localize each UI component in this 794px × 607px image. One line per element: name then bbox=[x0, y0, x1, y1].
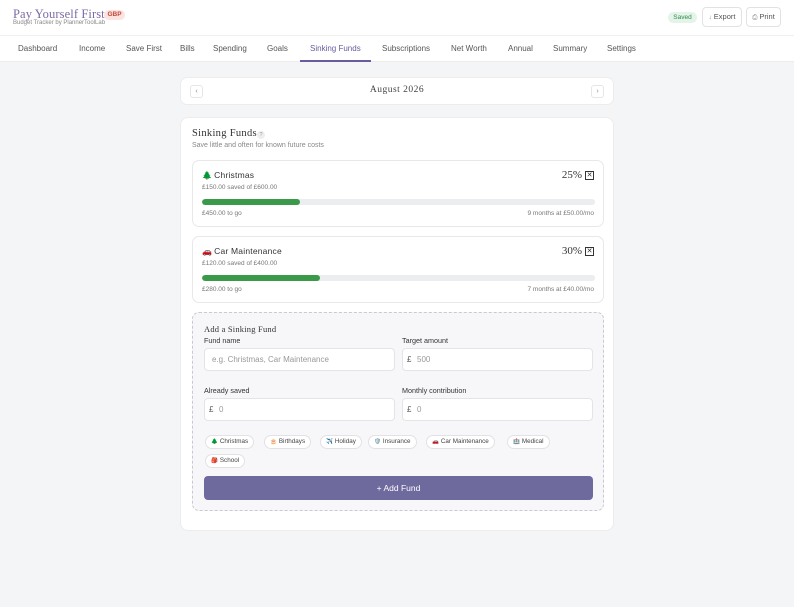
next-month-button[interactable]: › bbox=[591, 85, 604, 98]
backpack-icon: 🎒 bbox=[211, 458, 218, 464]
already-saved-input[interactable] bbox=[204, 398, 395, 421]
fund-card-car-maintenance: 🚗 Car Maintenance 30% ✕ £120.00 saved of … bbox=[192, 236, 604, 303]
fund-name: 🚗 Car Maintenance bbox=[202, 246, 282, 256]
tree-icon: 🌲 bbox=[211, 439, 218, 445]
tab-annual[interactable]: Annual bbox=[508, 36, 533, 62]
add-fund-form: Add a Sinking Fund Fund name Target amou… bbox=[192, 312, 604, 511]
fund-card-christmas: 🌲 Christmas 25% ✕ £150.00 saved of £600.0… bbox=[192, 160, 604, 227]
monthly-contribution-input[interactable] bbox=[402, 398, 593, 421]
tab-spending[interactable]: Spending bbox=[213, 36, 247, 62]
preset-chip-birthdays[interactable]: 🎂 Birthdays bbox=[264, 435, 312, 449]
fund-progress-bar bbox=[202, 275, 595, 281]
save-status-badge: Saved bbox=[668, 12, 697, 23]
shield-icon: 🛡️ bbox=[374, 439, 381, 445]
delete-fund-button[interactable]: ✕ bbox=[585, 171, 594, 180]
preset-chip-christmas[interactable]: 🌲 Christmas bbox=[205, 435, 255, 449]
add-fund-title: Add a Sinking Fund bbox=[204, 324, 277, 334]
prev-month-button[interactable]: ‹ bbox=[190, 85, 203, 98]
app-subtitle: Budget Tracker by PlannerToolLab bbox=[13, 20, 106, 26]
tab-goals[interactable]: Goals bbox=[267, 36, 288, 62]
tab-sinking-funds[interactable]: Sinking Funds bbox=[300, 36, 371, 62]
export-button[interactable]: ↓ Export bbox=[702, 7, 742, 27]
fund-progress-bar bbox=[202, 199, 595, 205]
fund-saved-text: £120.00 saved of £400.00 bbox=[202, 260, 278, 267]
section-description: Save little and often for known future c… bbox=[192, 142, 324, 149]
tab-net-worth[interactable]: Net Worth bbox=[451, 36, 487, 62]
preset-chip-medical[interactable]: 🏥 Medical bbox=[507, 435, 550, 449]
tab-dashboard[interactable]: Dashboard bbox=[18, 36, 57, 62]
export-label: Export bbox=[713, 12, 736, 21]
cake-icon: 🎂 bbox=[270, 439, 277, 445]
preset-chip-holiday[interactable]: ✈️ Holiday bbox=[320, 435, 362, 449]
preset-label: Holiday bbox=[334, 438, 356, 445]
preset-chip-car-maintenance[interactable]: 🚗 Car Maintenance bbox=[426, 435, 495, 449]
preset-label: Birthdays bbox=[278, 438, 306, 445]
car-icon: 🚗 bbox=[202, 247, 213, 256]
tab-income[interactable]: Income bbox=[79, 36, 105, 62]
download-icon: ↓ bbox=[708, 14, 712, 21]
chevron-left-icon: ‹ bbox=[195, 88, 198, 95]
fund-remaining-text: £450.00 to go bbox=[202, 210, 242, 217]
currency-prefix: £ bbox=[407, 355, 412, 364]
target-amount-input[interactable] bbox=[402, 348, 593, 371]
car-icon: 🚗 bbox=[432, 439, 439, 445]
preset-label: Medical bbox=[521, 438, 544, 445]
fund-schedule-text: 9 months at £50.00/mo bbox=[527, 210, 595, 217]
already-saved-label: Already saved bbox=[204, 386, 250, 395]
preset-label: School bbox=[219, 457, 240, 464]
preset-chip-school[interactable]: 🎒 School bbox=[205, 454, 246, 468]
main-nav: Dashboard Income Save First Bills Spendi… bbox=[0, 35, 794, 62]
help-icon[interactable]: ? bbox=[257, 131, 265, 139]
preset-label: Christmas bbox=[219, 438, 249, 445]
print-button[interactable]: ⎙ Print bbox=[746, 7, 781, 27]
fund-name-input[interactable] bbox=[204, 348, 395, 371]
fund-name-label: Car Maintenance bbox=[214, 246, 282, 256]
fund-percent: 25% bbox=[561, 169, 582, 181]
fund-name-label: Christmas bbox=[214, 170, 255, 180]
tab-summary[interactable]: Summary bbox=[553, 36, 587, 62]
target-amount-label: Target amount bbox=[402, 336, 448, 345]
fund-saved-text: £150.00 saved of £600.00 bbox=[202, 184, 278, 191]
current-month: August 2026 bbox=[369, 85, 425, 95]
delete-fund-button[interactable]: ✕ bbox=[585, 247, 594, 256]
fund-name: 🌲 Christmas bbox=[202, 170, 254, 180]
preset-label: Insurance bbox=[382, 438, 411, 445]
add-fund-button[interactable]: + Add Fund bbox=[204, 476, 593, 500]
tab-bills[interactable]: Bills bbox=[180, 36, 195, 62]
sinking-funds-panel: Sinking Funds ? Save little and often fo… bbox=[180, 117, 614, 531]
fund-remaining-text: £280.00 to go bbox=[202, 286, 242, 293]
fund-progress-fill bbox=[202, 199, 301, 205]
chevron-right-icon: › bbox=[596, 88, 599, 95]
fund-name-field-label: Fund name bbox=[204, 336, 241, 345]
tab-save-first[interactable]: Save First bbox=[126, 36, 162, 62]
preset-label: Car Maintenance bbox=[440, 438, 489, 445]
hospital-icon: 🏥 bbox=[513, 439, 520, 445]
fund-percent: 30% bbox=[561, 245, 582, 257]
currency-prefix: £ bbox=[209, 405, 214, 414]
print-label: Print bbox=[759, 12, 775, 21]
preset-chip-insurance[interactable]: 🛡️ Insurance bbox=[368, 435, 417, 449]
month-selector: August 2026 ‹ › bbox=[180, 77, 614, 105]
currency-prefix: £ bbox=[407, 405, 412, 414]
monthly-contribution-label: Monthly contribution bbox=[402, 386, 467, 395]
section-title: Sinking Funds bbox=[192, 128, 257, 139]
currency-badge: GBP bbox=[104, 10, 125, 20]
tab-subscriptions[interactable]: Subscriptions bbox=[382, 36, 430, 62]
top-bar: Pay Yourself First GBP Budget Tracker by… bbox=[0, 0, 794, 35]
fund-progress-fill bbox=[202, 275, 320, 281]
tab-settings[interactable]: Settings bbox=[607, 36, 636, 62]
printer-icon: ⎙ bbox=[752, 14, 758, 21]
tree-icon: 🌲 bbox=[202, 171, 213, 180]
fund-schedule-text: 7 months at £40.00/mo bbox=[527, 286, 595, 293]
airplane-icon: ✈️ bbox=[326, 439, 333, 445]
